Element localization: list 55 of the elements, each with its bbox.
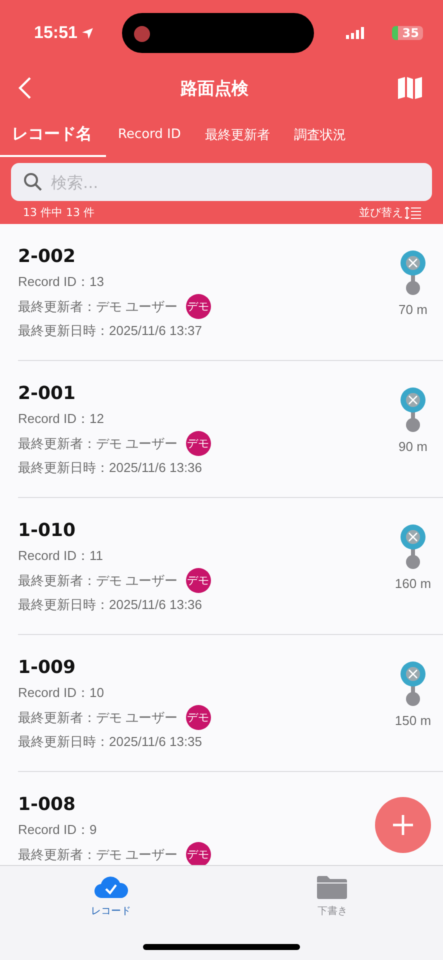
record-row[interactable]: 1-009 Record ID：10 最終更新者：デモ ユーザー デモ 最終更新日時：2025/11/6 13:35 150 m bbox=[18, 635, 443, 772]
record-row[interactable]: 2-002 Record ID：13 最終更新者：デモ ユーザー デモ 最終更新日時：2025/11/6 13:37 70 m bbox=[18, 224, 443, 361]
record-name: 2-002 bbox=[18, 246, 77, 267]
record-name: 1-008 bbox=[18, 794, 77, 815]
back-icon[interactable] bbox=[18, 76, 32, 100]
record-name: 2-001 bbox=[18, 383, 77, 404]
record-distance: 160 m bbox=[394, 576, 432, 591]
user-avatar: デモ bbox=[186, 431, 211, 456]
record-id: Record ID：10 bbox=[18, 684, 105, 702]
location-arrow-icon bbox=[81, 26, 94, 40]
record-distance: 90 m bbox=[398, 439, 428, 454]
map-pin-icon bbox=[399, 250, 427, 296]
plus-icon bbox=[391, 813, 415, 837]
status-time: 15:51 bbox=[34, 23, 78, 43]
map-icon[interactable] bbox=[397, 76, 423, 100]
sort-button[interactable]: 並び替え bbox=[359, 205, 421, 220]
battery-level: 35 bbox=[392, 26, 423, 40]
signal-icon bbox=[346, 27, 366, 39]
record-updated: 最終更新日時：2025/11/6 13:37 bbox=[18, 322, 204, 340]
record-id: Record ID：9 bbox=[18, 821, 98, 839]
record-updater: 最終更新者：デモ ユーザー bbox=[18, 298, 178, 316]
cloud-check-icon bbox=[94, 875, 128, 899]
record-distance: 70 m bbox=[398, 302, 428, 317]
sort-icon bbox=[405, 206, 421, 218]
record-updated: 最終更新日時：2025/11/6 13:36 bbox=[18, 459, 204, 477]
record-updater: 最終更新者：デモ ユーザー bbox=[18, 846, 178, 864]
record-name: 1-010 bbox=[18, 520, 77, 541]
record-row[interactable]: 2-001 Record ID：12 最終更新者：デモ ユーザー デモ 最終更新日時：2025/11/6 13:36 90 m bbox=[18, 361, 443, 498]
map-pin-icon bbox=[399, 524, 427, 570]
record-id: Record ID：11 bbox=[18, 547, 104, 565]
record-count: 13 件中 13 件 bbox=[23, 205, 94, 220]
user-avatar: デモ bbox=[186, 294, 211, 319]
record-updated: 最終更新日時：2025/11/6 13:35 bbox=[18, 733, 204, 751]
user-avatar: デモ bbox=[186, 705, 211, 730]
search-field[interactable]: 検索... bbox=[11, 163, 432, 201]
record-id: Record ID：12 bbox=[18, 410, 105, 428]
user-avatar: デモ bbox=[186, 568, 211, 593]
record-id: Record ID：13 bbox=[18, 273, 105, 291]
record-row[interactable]: 1-010 Record ID：11 最終更新者：デモ ユーザー デモ 最終更新日時：2025/11/6 13:36 160 m bbox=[18, 498, 443, 635]
screen-title: 路面点検 bbox=[180, 78, 248, 100]
user-avatar: デモ bbox=[186, 842, 211, 865]
record-updater: 最終更新者：デモ ユーザー bbox=[18, 708, 178, 726]
filter-tab[interactable]: 調査状況 bbox=[282, 116, 358, 157]
record-distance: 150 m bbox=[394, 713, 432, 728]
folder-icon bbox=[317, 875, 348, 899]
filter-tab[interactable]: 最終更新者 bbox=[192, 116, 282, 157]
filter-tab[interactable]: レコード名 bbox=[0, 116, 106, 157]
record-name: 1-009 bbox=[18, 657, 77, 678]
map-pin-icon bbox=[399, 387, 427, 433]
filter-tab[interactable]: Record ID bbox=[106, 116, 193, 157]
map-pin-icon bbox=[399, 661, 427, 707]
record-updated: 最終更新日時：2025/11/6 13:36 bbox=[18, 596, 204, 614]
record-updater: 最終更新者：デモ ユーザー bbox=[18, 572, 178, 590]
bottom-tab[interactable]: レコード bbox=[56, 874, 166, 919]
record-updater: 最終更新者：デモ ユーザー bbox=[18, 434, 178, 452]
